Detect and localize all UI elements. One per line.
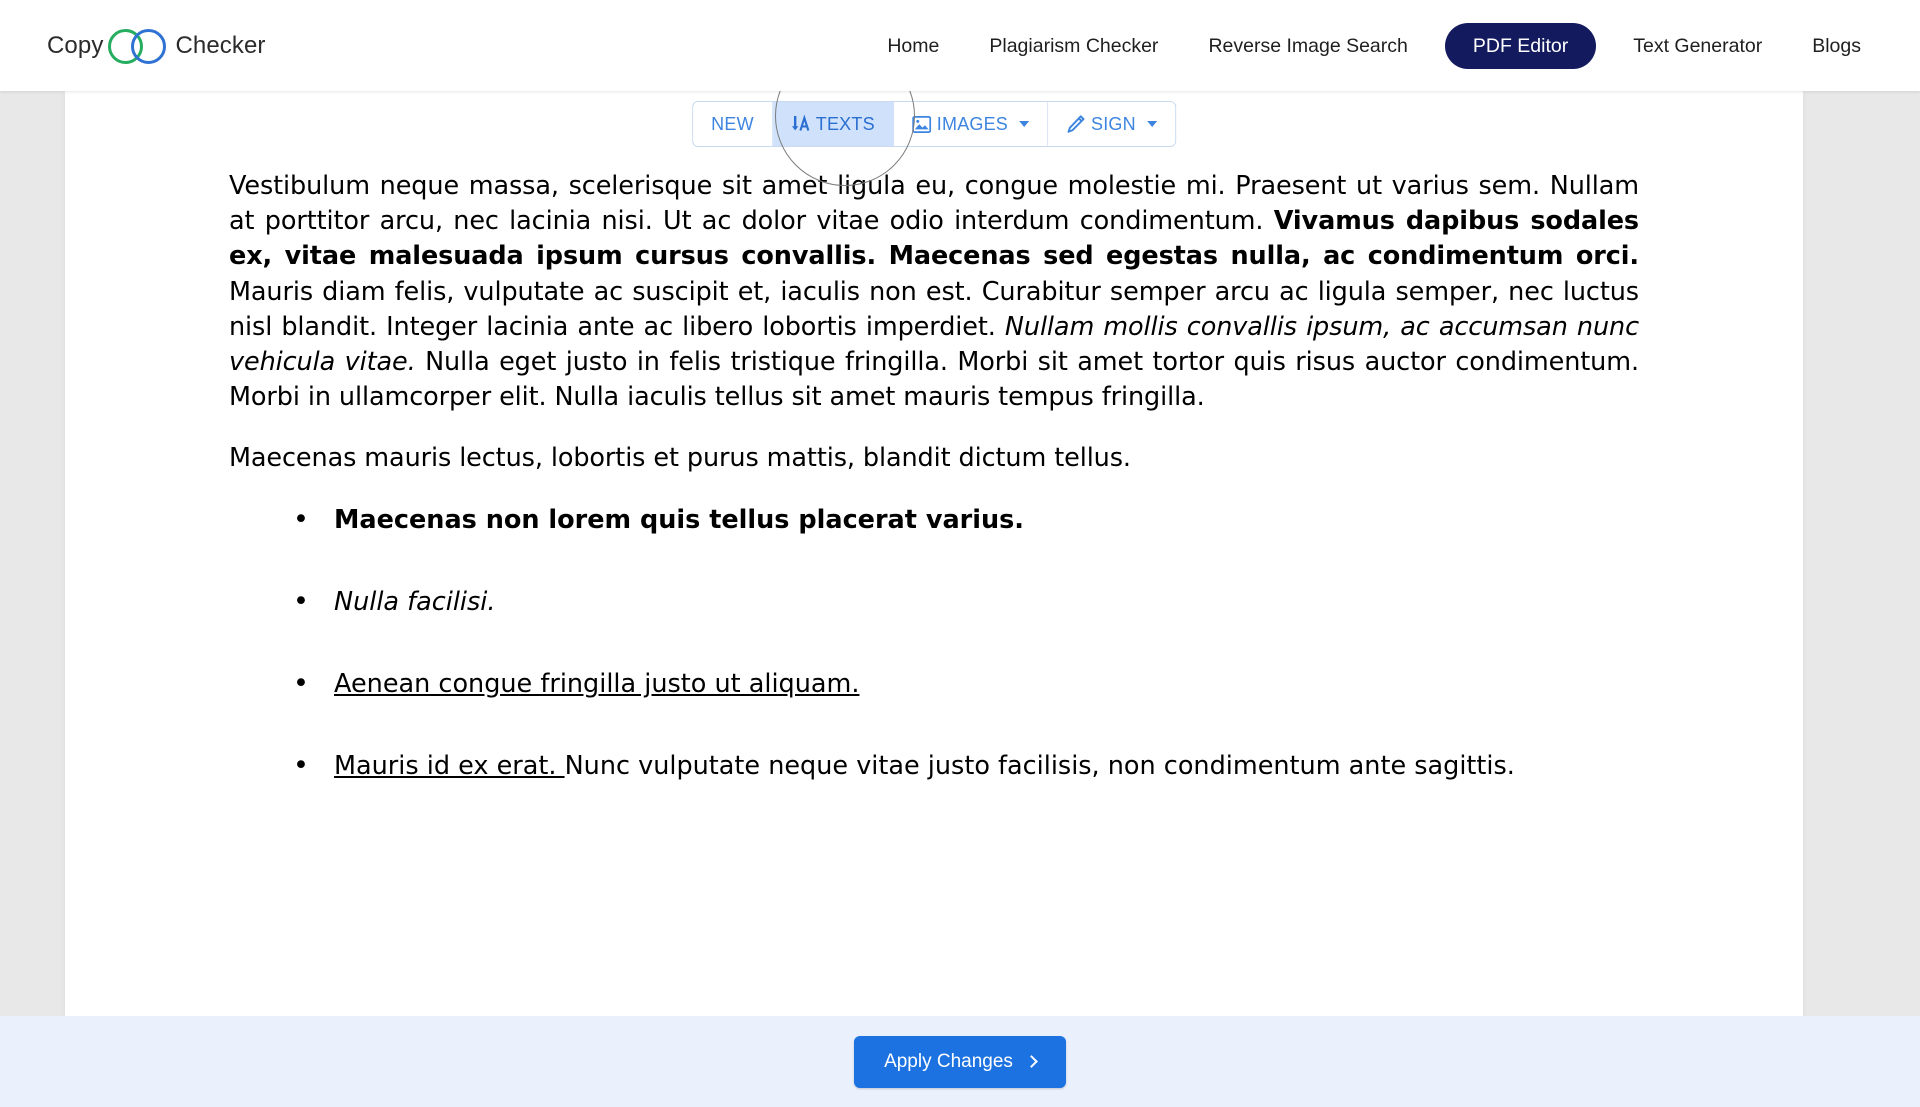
toolbar-new-label: NEW [711, 114, 754, 135]
list-item: Maecenas non lorem quis tellus placerat … [287, 503, 1639, 538]
bullet-3-underline-text: Aenean congue fringilla justo ut aliquam… [334, 669, 859, 699]
chevron-down-icon [1147, 121, 1157, 127]
edit-toolbar: NEW TEXTS [692, 101, 1176, 147]
list-item: Nulla facilisi. [287, 585, 1639, 620]
action-bar: Apply Changes [0, 1016, 1920, 1107]
toolbar-texts-button[interactable]: TEXTS [773, 102, 894, 146]
bullet-2-italic-text: Nulla facilisi. [334, 587, 496, 617]
chevron-right-icon [1025, 1055, 1038, 1068]
brand-word-right: Checker [175, 32, 265, 60]
list-item: Mauris id ex erat. Nunc vulputate neque … [287, 749, 1639, 784]
paragraph-1-segment-normal-c: Nulla eget justo in felis tristique frin… [229, 347, 1639, 412]
insert-text-icon [791, 114, 810, 135]
list-item: Aenean congue fringilla justo ut aliquam… [287, 667, 1639, 702]
editor-workspace: NEW TEXTS [0, 91, 1920, 1016]
bullet-1-bold-text: Maecenas non lorem quis tellus placerat … [334, 505, 1024, 535]
apply-changes-button[interactable]: Apply Changes [854, 1036, 1066, 1088]
document-content[interactable]: Vestibulum neque massa, scelerisque sit … [229, 169, 1639, 831]
site-header: Copy Checker Home Plagiarism Checker Rev… [0, 0, 1920, 91]
toolbar-sign-button[interactable]: SIGN [1048, 102, 1175, 146]
brand-word-left: Copy [47, 32, 103, 60]
nav-item-reverse-image-search[interactable]: Reverse Image Search [1183, 22, 1432, 70]
nav-item-plagiarism-checker[interactable]: Plagiarism Checker [964, 22, 1183, 70]
nav-item-blogs[interactable]: Blogs [1787, 22, 1886, 70]
image-icon [912, 116, 931, 133]
nav-item-text-generator[interactable]: Text Generator [1608, 22, 1787, 70]
brand-logo[interactable]: Copy Checker [47, 25, 266, 67]
document-paragraph-2: Maecenas mauris lectus, lobortis et puru… [229, 441, 1639, 476]
main-navigation: Home Plagiarism Checker Reverse Image Se… [862, 22, 1886, 70]
document-paragraph-1: Vestibulum neque massa, scelerisque sit … [229, 169, 1639, 415]
overlapping-circles-logo-icon [108, 25, 170, 67]
chevron-down-icon [1019, 121, 1029, 127]
nav-item-pdf-editor[interactable]: PDF Editor [1445, 23, 1596, 69]
bullet-4-underline-text: Mauris id ex erat. [334, 751, 565, 781]
toolbar-sign-label: SIGN [1091, 114, 1136, 135]
pencil-icon [1066, 115, 1085, 134]
toolbar-new-button[interactable]: NEW [693, 102, 773, 146]
bullet-4-normal-text: Nunc vulputate neque vitae justo facilis… [565, 751, 1515, 781]
pdf-page-canvas[interactable]: NEW TEXTS [65, 91, 1803, 1016]
toolbar-images-label: IMAGES [937, 114, 1008, 135]
apply-changes-label: Apply Changes [884, 1051, 1013, 1073]
document-bullet-list: Maecenas non lorem quis tellus placerat … [229, 503, 1639, 785]
toolbar-images-button[interactable]: IMAGES [894, 102, 1048, 146]
nav-item-home[interactable]: Home [862, 22, 964, 70]
toolbar-texts-label: TEXTS [816, 114, 875, 135]
